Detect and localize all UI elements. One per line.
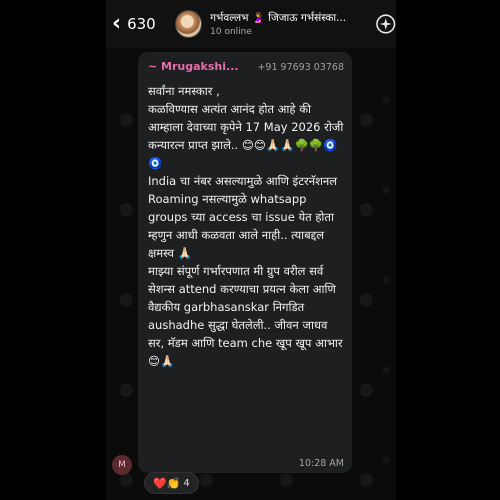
group-avatar[interactable] [174,10,203,38]
sender-name[interactable]: ~ Mrugakshi... [148,60,239,73]
sender-avatar[interactable]: M [112,455,132,475]
reaction-emojis: ❤️👏 [153,476,181,490]
chat-screen: ‹ 630 गर्भवल्लभ 🤰 जिजाऊ गर्भसंस्का... 10… [106,0,396,500]
chevron-left-icon: ‹ [112,11,122,36]
message-time: 10:28 AM [298,458,344,469]
reaction-count: 4 [183,477,190,489]
sparkle-icon[interactable] [375,13,396,35]
sender-phone: +91 97693 03768 [257,62,344,73]
message-bubble[interactable]: ~ Mrugakshi... +91 97693 03768 सर्वांना … [138,52,352,473]
reactions-pill[interactable]: ❤️👏 4 [144,472,199,494]
sender-row: ~ Mrugakshi... +91 97693 03768 [148,60,344,76]
online-status: 10 online [210,27,252,37]
back-button[interactable]: ‹ 630 [112,13,163,35]
chat-header: ‹ 630 गर्भवल्लभ 🤰 जिजाऊ गर्भसंस्का... 10… [106,0,396,48]
message-text: सर्वांना नमस्कार , कळविण्यास अत्यंत आनंद… [148,84,344,368]
group-info[interactable]: गर्भवल्लभ 🤰 जिजाऊ गर्भसंस्का... 10 onlin… [210,11,356,37]
unread-count: 630 [127,15,156,33]
group-name: गर्भवल्लभ 🤰 जिजाऊ गर्भसंस्का... [210,12,347,24]
